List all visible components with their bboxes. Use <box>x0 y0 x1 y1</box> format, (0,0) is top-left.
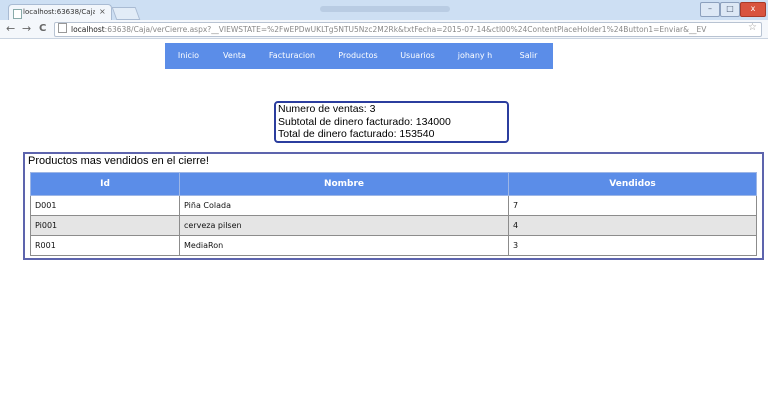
close-window-button[interactable]: x <box>740 2 766 17</box>
top-products-table: Id Nombre Vendidos D001 Piña Colada 7 Pi… <box>30 172 757 256</box>
new-tab-button[interactable] <box>111 7 141 20</box>
menu-item-facturacion[interactable]: Facturacion <box>257 43 327 69</box>
url-path: :63638/Caja/verCierre.aspx?__VIEWSTATE=%… <box>104 25 707 34</box>
sales-count: Numero de ventas: 3 <box>278 103 376 115</box>
url-host: localhost <box>71 25 105 34</box>
back-button[interactable]: ← <box>6 23 15 35</box>
column-header-id: Id <box>30 172 180 196</box>
table-row: R001 MediaRon 3 <box>30 235 757 256</box>
cell-id: R001 <box>30 235 180 256</box>
cell-id: D001 <box>30 195 180 216</box>
browser-tab[interactable]: localhost:63638/Caja/ver × <box>8 4 112 21</box>
top-products-caption: Productos mas vendidos en el cierre! <box>28 155 209 167</box>
cell-vendidos: 4 <box>508 215 757 236</box>
subtotal-amount: Subtotal de dinero facturado: 134000 <box>278 115 451 128</box>
column-header-vendidos: Vendidos <box>508 172 757 196</box>
menu-item-user[interactable]: johany h <box>446 43 504 69</box>
minimize-button[interactable]: – <box>700 2 720 17</box>
cell-nombre: cerveza pilsen <box>179 215 509 236</box>
closing-summary-panel: Numero de ventas: 3 Subtotal de dinero f… <box>274 101 509 143</box>
window-title <box>320 6 450 12</box>
table-row: D001 Piña Colada 7 <box>30 195 757 216</box>
table-header-row: Id Nombre Vendidos <box>30 172 757 196</box>
main-menu: Inicio Venta Facturacion Productos Usuar… <box>165 43 553 69</box>
page-favicon-icon <box>13 9 22 19</box>
address-bar[interactable]: localhost:63638/Caja/verCierre.aspx?__VI… <box>54 22 762 37</box>
column-header-nombre: Nombre <box>179 172 509 196</box>
cell-vendidos: 3 <box>508 235 757 256</box>
browser-tab-bar: localhost:63638/Caja/ver × – □ x <box>0 0 768 21</box>
menu-item-inicio[interactable]: Inicio <box>165 43 212 69</box>
total-amount: Total de dinero facturado: 153540 <box>278 128 435 140</box>
cell-id: Pi001 <box>30 215 180 236</box>
menu-item-salir[interactable]: Salir <box>504 43 553 69</box>
menu-item-venta[interactable]: Venta <box>212 43 257 69</box>
menu-item-usuarios[interactable]: Usuarios <box>389 43 446 69</box>
cell-nombre: MediaRon <box>179 235 509 256</box>
forward-button[interactable]: → <box>22 23 31 35</box>
reload-button[interactable]: C <box>39 23 46 35</box>
tab-close-icon[interactable]: × <box>99 7 106 16</box>
page-icon <box>58 23 67 33</box>
table-row: Pi001 cerveza pilsen 4 <box>30 215 757 236</box>
menu-item-productos[interactable]: Productos <box>327 43 389 69</box>
cell-nombre: Piña Colada <box>179 195 509 216</box>
browser-toolbar: ← → C localhost:63638/Caja/verCierre.asp… <box>0 20 768 39</box>
cell-vendidos: 7 <box>508 195 757 216</box>
tab-title: localhost:63638/Caja/ver <box>23 8 95 16</box>
bookmark-star-icon[interactable]: ☆ <box>748 22 757 33</box>
maximize-button[interactable]: □ <box>720 2 740 17</box>
top-products-panel: Productos mas vendidos en el cierre! Id … <box>23 152 764 260</box>
